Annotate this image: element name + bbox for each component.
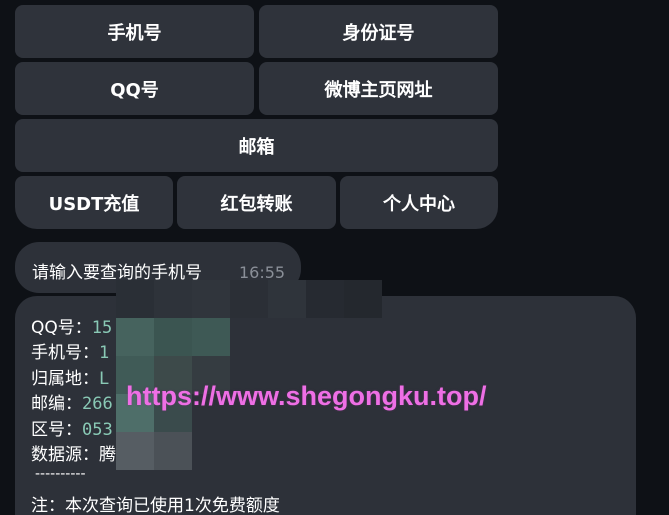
button-red-packet[interactable]: 红包转账 xyxy=(177,176,336,229)
button-phone[interactable]: 手机号 xyxy=(15,5,254,58)
result-label: QQ号： xyxy=(31,318,92,338)
result-line-location: 归属地：L xyxy=(31,364,109,389)
watermark-url: https://www.shegongku.top/ xyxy=(126,381,487,411)
button-usdt-recharge[interactable]: USDT充值 xyxy=(15,176,173,229)
result-note: 注：本次查询已使用1次免费额度 xyxy=(31,496,280,515)
button-weibo-url[interactable]: 微博主页网址 xyxy=(259,62,498,115)
result-line-phone: 手机号：1 xyxy=(31,338,109,363)
result-label: 区号： xyxy=(31,420,82,440)
result-label: 手机号： xyxy=(31,343,99,363)
result-label: 归属地： xyxy=(31,369,99,389)
message-time: 16:55 xyxy=(239,263,286,282)
result-value: 1 xyxy=(99,343,110,363)
message-text: 请输入要查询的手机号 xyxy=(32,263,202,283)
result-line-area-code: 区号：053 xyxy=(31,415,113,440)
result-value: L xyxy=(99,369,110,389)
result-line-postcode: 邮编：266 xyxy=(31,389,113,414)
inline-keyboard: 手机号 身份证号 QQ号 微博主页网址 邮箱 USDT充值 红包转账 个人中心 xyxy=(15,0,498,230)
button-email[interactable]: 邮箱 xyxy=(15,119,498,172)
result-value: 266 xyxy=(82,394,113,414)
button-qq[interactable]: QQ号 xyxy=(15,62,254,115)
result-label: 数据源： xyxy=(31,445,99,465)
result-label: 邮编： xyxy=(31,394,82,414)
button-personal-center[interactable]: 个人中心 xyxy=(340,176,498,229)
result-value: 腾 xyxy=(99,445,116,465)
result-line-qq: QQ号：15 xyxy=(31,313,112,338)
result-line-source: 数据源：腾 xyxy=(31,440,116,465)
button-id-card[interactable]: 身份证号 xyxy=(259,5,498,58)
result-value: 053 xyxy=(82,420,113,440)
result-value: 15 xyxy=(91,318,113,338)
message-bubble-prompt: 请输入要查询的手机号 16:55 xyxy=(15,242,301,293)
result-separator: ---------- xyxy=(35,466,86,482)
chat-window: 手机号 身份证号 QQ号 微博主页网址 邮箱 USDT充值 红包转账 个人中心 … xyxy=(0,0,669,515)
